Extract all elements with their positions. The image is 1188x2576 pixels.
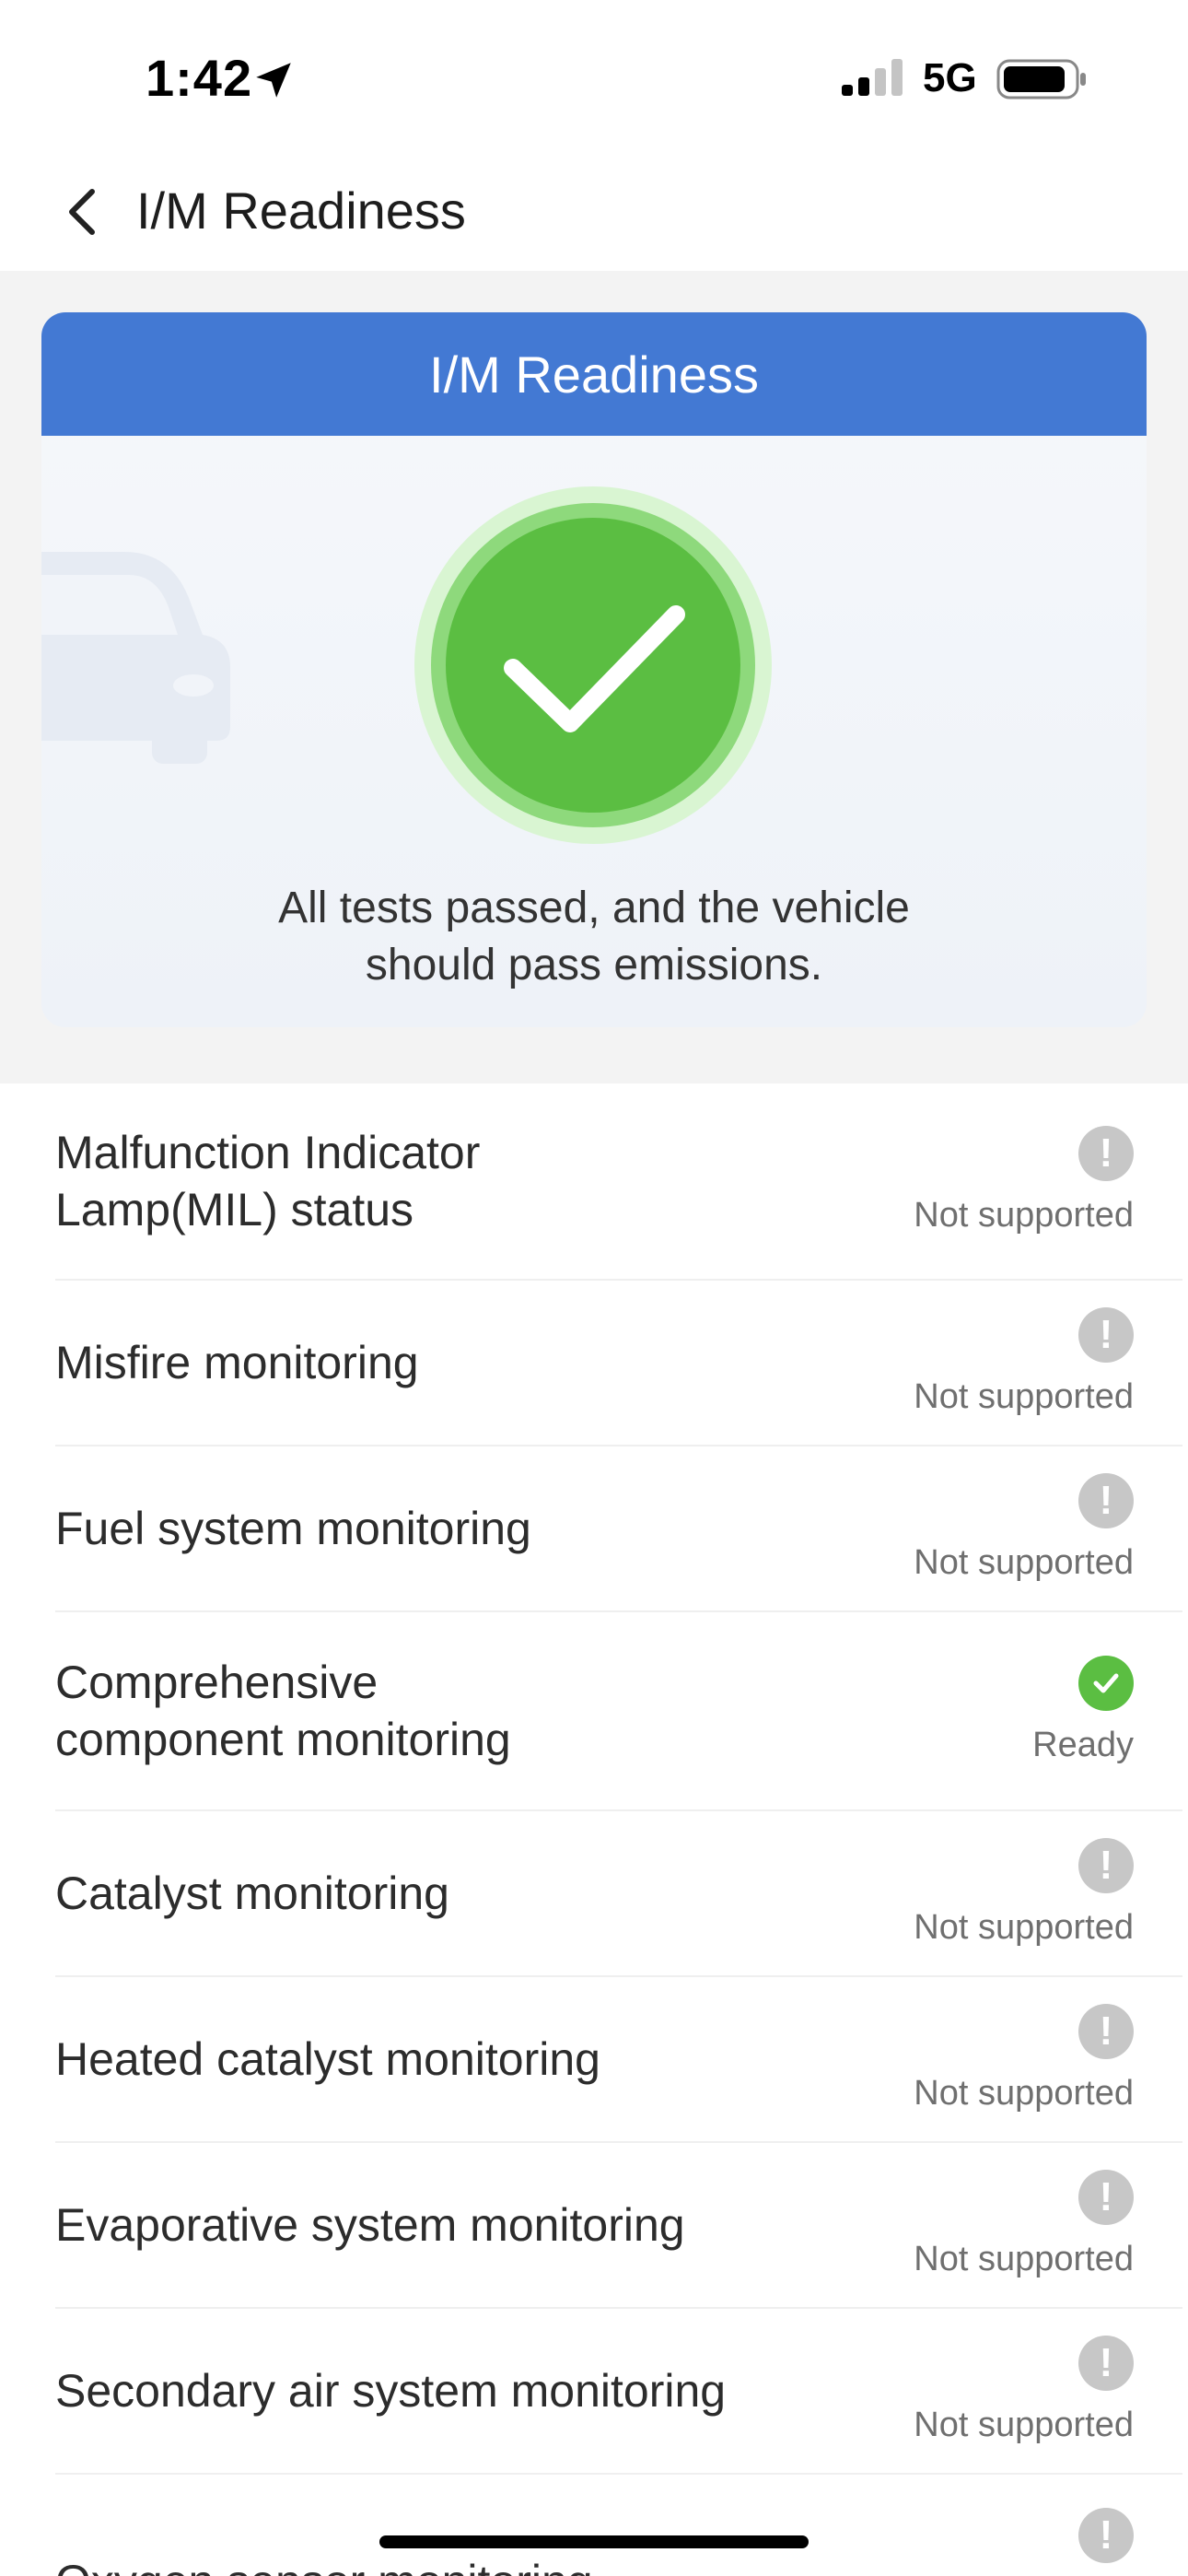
car-watermark-icon — [41, 552, 230, 764]
status-block: ! Not supported — [869, 2336, 1182, 2446]
nav-bar: I/M Readiness — [0, 157, 1188, 271]
monitor-label: Comprehensive component monitoring — [55, 1654, 810, 1768]
status-time: 1:42 — [146, 49, 253, 107]
monitor-label-line: Heated catalyst monitoring — [55, 2033, 600, 2085]
exclamation-icon: ! — [1078, 2508, 1134, 2563]
monitor-row-fuel-system[interactable]: Fuel system monitoring ! Not supported — [55, 1446, 1182, 1612]
monitor-label: Misfire monitoring — [55, 1334, 810, 1391]
location-arrow-icon — [256, 63, 291, 98]
back-button[interactable] — [46, 175, 120, 249]
monitor-label: Evaporative system monitoring — [55, 2196, 810, 2254]
screen: 1:42 5G I/M Readiness I/M Readiness All … — [0, 0, 1188, 2576]
monitor-label-line: Oxygen sensor monitoring — [55, 2553, 810, 2576]
monitor-list: Malfunction Indicator Lamp(MIL) status !… — [0, 1083, 1188, 2576]
check-icon — [1078, 1656, 1134, 1711]
result-message: All tests passed, and the vehicle should… — [97, 880, 1091, 994]
monitor-label: Catalyst monitoring — [55, 1865, 810, 1922]
status-text: Not supported — [914, 1196, 1134, 1235]
status-block: ! Not supported — [869, 2170, 1182, 2280]
pass-check-badge-icon — [414, 486, 772, 844]
exclamation-icon: ! — [1078, 1307, 1134, 1363]
monitor-label: Oxygen sensor monitoring — [55, 2553, 810, 2576]
monitor-label-line: Evaporative system monitoring — [55, 2199, 685, 2251]
exclamation-icon: ! — [1078, 1126, 1134, 1181]
status-block: Ready — [869, 1656, 1182, 1766]
monitor-row-evaporative-system[interactable]: Evaporative system monitoring ! Not supp… — [55, 2143, 1182, 2309]
monitor-label: Heated catalyst monitoring — [55, 2031, 810, 2088]
monitor-row-secondary-air[interactable]: Secondary air system monitoring ! Not su… — [55, 2309, 1182, 2475]
monitor-row-mil-status[interactable]: Malfunction Indicator Lamp(MIL) status !… — [55, 1083, 1182, 1281]
exclamation-icon: ! — [1078, 2170, 1134, 2225]
exclamation-icon: ! — [1078, 2336, 1134, 2391]
monitor-label-line: Fuel system monitoring — [55, 1503, 531, 1554]
monitor-row-comprehensive-component[interactable]: Comprehensive component monitoring Ready — [55, 1612, 1182, 1811]
chevron-left-icon — [69, 189, 95, 235]
status-text: Not supported — [914, 1908, 1134, 1947]
cellular-signal-icon — [842, 59, 903, 96]
monitor-row-oxygen-sensor[interactable]: Oxygen sensor monitoring ! — [55, 2475, 1182, 2576]
status-block: ! Not supported — [869, 1473, 1182, 1584]
page-title: I/M Readiness — [136, 181, 466, 240]
summary-section: I/M Readiness All tests passed, and the … — [0, 271, 1188, 1083]
monitor-label: Fuel system monitoring — [55, 1500, 810, 1557]
status-text: Not supported — [914, 2240, 1134, 2278]
monitor-label-line: Secondary air system monitoring — [55, 2365, 727, 2417]
monitor-label-line: Lamp(MIL) status — [55, 1184, 414, 1235]
result-message-line-1: All tests passed, and the vehicle — [278, 884, 910, 932]
status-text: Not supported — [914, 2074, 1134, 2113]
monitor-label-line: component monitoring — [55, 1714, 511, 1765]
card-header: I/M Readiness — [41, 312, 1147, 436]
status-block: ! — [869, 2508, 1182, 2576]
status-block: ! Not supported — [869, 1838, 1182, 1949]
monitor-label-line: Misfire monitoring — [55, 1337, 419, 1388]
status-bar: 1:42 5G — [0, 0, 1188, 157]
status-text: Not supported — [914, 2406, 1134, 2444]
status-text: Not supported — [914, 1377, 1134, 1416]
monitor-label-line: Comprehensive — [55, 1657, 379, 1708]
home-indicator[interactable] — [379, 2535, 809, 2548]
exclamation-icon: ! — [1078, 2004, 1134, 2059]
monitor-row-heated-catalyst[interactable]: Heated catalyst monitoring ! Not support… — [55, 1977, 1182, 2143]
readiness-summary-card: I/M Readiness All tests passed, and the … — [41, 312, 1147, 1027]
network-type: 5G — [923, 55, 977, 100]
exclamation-icon: ! — [1078, 1838, 1134, 1893]
monitor-label: Secondary air system monitoring — [55, 2362, 810, 2419]
exclamation-icon: ! — [1078, 1473, 1134, 1528]
monitor-row-misfire[interactable]: Misfire monitoring ! Not supported — [55, 1281, 1182, 1446]
monitor-label-line: Catalyst monitoring — [55, 1868, 449, 1919]
status-block: ! Not supported — [869, 2004, 1182, 2114]
status-text: Not supported — [914, 1543, 1134, 1582]
monitor-row-catalyst[interactable]: Catalyst monitoring ! Not supported — [55, 1811, 1182, 1977]
monitor-label: Malfunction Indicator Lamp(MIL) status — [55, 1124, 810, 1238]
result-message-line-2: should pass emissions. — [365, 941, 823, 989]
status-block: ! Not supported — [869, 1126, 1182, 1236]
monitor-label-line: Malfunction Indicator — [55, 1127, 481, 1178]
status-text: Ready — [1032, 1726, 1134, 1764]
status-block: ! Not supported — [869, 1307, 1182, 1418]
battery-icon — [996, 59, 1086, 100]
